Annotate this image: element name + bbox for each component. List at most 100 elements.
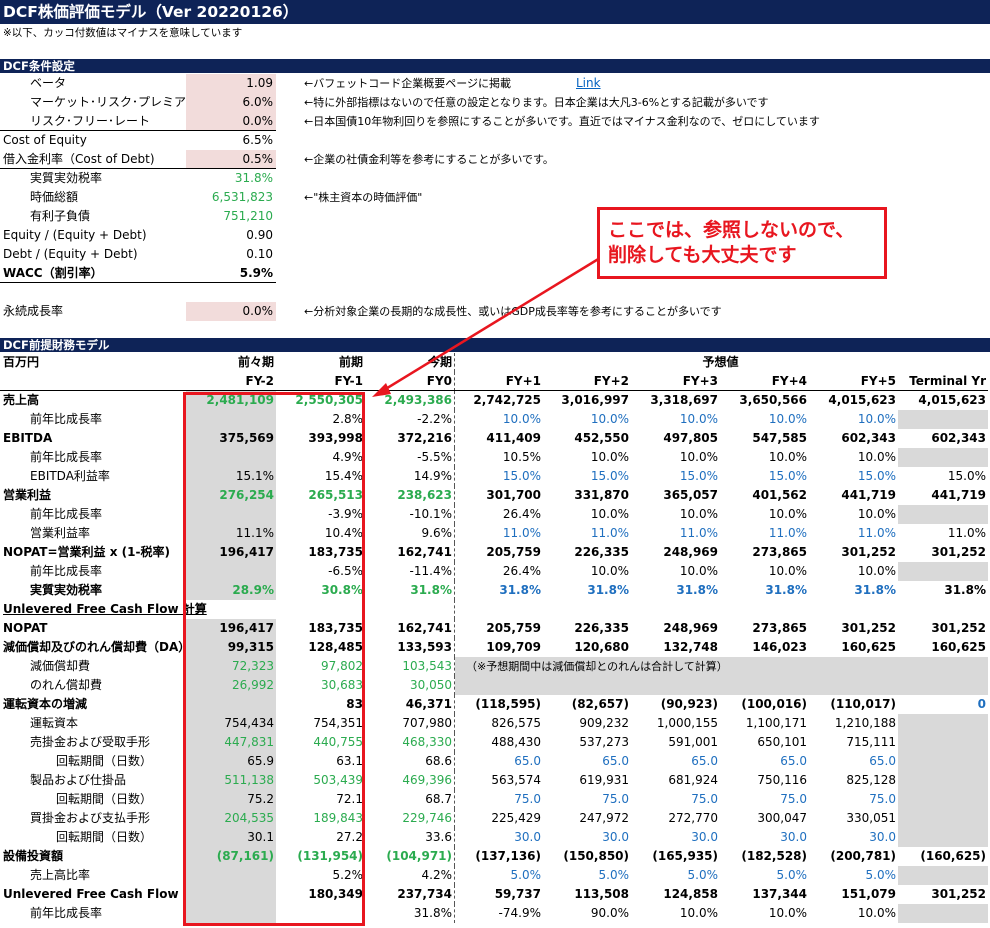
value-cell: (82,657) (571, 697, 629, 711)
table-row: 前年比成長率 4.9% -5.5% 10.5% 10.0% 10.0% 10.0% 10.0% (0, 448, 990, 467)
value-cell: 4.9% (332, 450, 364, 464)
value-cell (898, 752, 988, 771)
period-label: 今期 (365, 353, 455, 372)
value-cell: 162,741 (365, 619, 455, 638)
callout-note: ここでは、参照しないので、 削除しても大丈夫です (597, 207, 887, 279)
condition-note: ←特に外部指標はないので任意の設定となります。日本企業は大凡3-6%とする記載が… (304, 96, 769, 109)
row-label: 減価償却費 (30, 659, 91, 673)
period-label: 前期 (338, 355, 363, 369)
value-cell: 375,569 (186, 429, 276, 448)
value-cell (186, 904, 276, 923)
value-cell: 10.0% (590, 564, 629, 578)
value-cell: (160,625) (920, 849, 986, 863)
value-cell: 301,252 (841, 621, 896, 635)
row-label: NOPAT=営業利益 x (1-税率) (3, 545, 170, 559)
value-cell: 10.0% (857, 450, 896, 464)
value-cell: 75.0 (514, 792, 541, 806)
table-row: 回転期間（日数） 75.2 72.1 68.7 75.0 75.0 75.0 75.0 75.0 (0, 790, 990, 809)
value-cell: 265,513 (308, 488, 363, 502)
value-cell (455, 600, 543, 619)
value-cell (543, 676, 631, 695)
value-cell: 650,101 (757, 735, 807, 749)
table-row: 減価償却及びのれん償却費（DA） 99,315 128,485 133,593 109,… (0, 638, 990, 657)
value-cell: 331,870 (574, 488, 629, 502)
value-cell: 10.0% (590, 450, 629, 464)
value-cell: (150,850) (563, 849, 629, 863)
column-header: FY+1 (505, 374, 541, 388)
row-label: 営業利益 (3, 488, 52, 502)
condition-label: 時価総額 (30, 190, 79, 204)
value-cell: 754,351 (313, 716, 363, 730)
row-label: 前年比成長率 (30, 507, 103, 521)
row-label: 前年比成長率 (30, 906, 103, 920)
table-row: 前年比成長率 31.8% -74.9% 90.0% 10.0% 10.0% 10.0% (0, 904, 990, 923)
value-cell: (200,781) (830, 849, 896, 863)
value-cell: -74.9% (498, 906, 541, 920)
condition-row: マーケット･リスク･プレミアム 6.0% ←特に外部指標はないので任意の設定となりま… (0, 93, 990, 112)
value-cell: 503,439 (313, 773, 363, 787)
value-cell: 2.8% (332, 412, 364, 426)
column-header: FY0 (365, 372, 455, 391)
value-cell (809, 657, 898, 676)
value-cell: 2,550,305 (295, 393, 363, 407)
value-cell: 63.1 (336, 754, 363, 768)
value-cell: 301,252 (841, 545, 896, 559)
condition-value[interactable]: 0.0% (186, 112, 276, 131)
row-label: EBITDA利益率 (30, 469, 110, 483)
value-cell (186, 505, 276, 524)
value-cell: (100,016) (741, 697, 807, 711)
value-cell: 10.0% (768, 412, 807, 426)
value-cell (898, 676, 988, 695)
condition-value[interactable]: 6.0% (186, 93, 276, 112)
value-cell: 440,755 (313, 735, 363, 749)
value-cell: (104,971) (365, 847, 455, 866)
value-cell: 46,371 (365, 695, 455, 714)
value-cell: 4.2% (365, 866, 455, 885)
condition-label: マーケット･リスク･プレミアム (30, 95, 198, 109)
value-cell: 909,232 (579, 716, 629, 730)
row-label: EBITDA (3, 431, 53, 445)
value-cell: 30.1 (186, 828, 276, 847)
row-label: 売上高 (3, 393, 40, 407)
condition-value: 6.5% (242, 133, 274, 147)
value-cell (186, 866, 276, 885)
forecast-label: 予想値 (702, 355, 739, 369)
value-cell: 31.8% (587, 583, 629, 597)
value-cell: 226,335 (574, 621, 629, 635)
value-cell: 90.0% (590, 906, 629, 920)
value-cell: 10.0% (857, 906, 896, 920)
value-cell: 30.0 (780, 830, 807, 844)
value-cell: (165,935) (652, 849, 718, 863)
condition-value[interactable]: 0.0% (186, 302, 276, 321)
value-cell: 10.4% (324, 526, 363, 540)
value-cell: 825,128 (846, 773, 896, 787)
value-cell: 681,924 (668, 773, 718, 787)
value-cell: 273,865 (752, 545, 807, 559)
value-cell: 2,481,109 (186, 391, 276, 410)
value-cell: 10.0% (679, 507, 718, 521)
value-cell: 27.2 (336, 830, 363, 844)
value-cell: 229,746 (365, 809, 455, 828)
value-cell: 563,574 (491, 773, 541, 787)
value-cell: 75.0 (602, 792, 629, 806)
financials-header: DCF前提財務モデル (0, 338, 990, 352)
value-cell: 103,543 (365, 657, 455, 676)
unit-label: 百万円 (3, 355, 40, 369)
value-cell: 68.6 (365, 752, 455, 771)
value-cell (898, 771, 988, 790)
condition-value[interactable]: 0.5% (186, 150, 276, 169)
buffett-code-link[interactable]: Link (576, 74, 601, 93)
column-header: FY+5 (860, 374, 896, 388)
condition-value[interactable]: 1.09 (186, 74, 276, 93)
condition-row (0, 283, 990, 302)
value-cell: 468,330 (365, 733, 455, 752)
value-cell: 497,805 (663, 431, 718, 445)
value-cell: 11.0% (947, 526, 986, 540)
value-cell: 826,575 (491, 716, 541, 730)
value-cell: 411,409 (486, 431, 541, 445)
value-cell: (182,528) (741, 849, 807, 863)
value-cell: 65.0 (602, 754, 629, 768)
value-cell: 591,001 (668, 735, 718, 749)
value-cell: 754,434 (186, 714, 276, 733)
row-label: 運転資本の増減 (3, 697, 88, 711)
